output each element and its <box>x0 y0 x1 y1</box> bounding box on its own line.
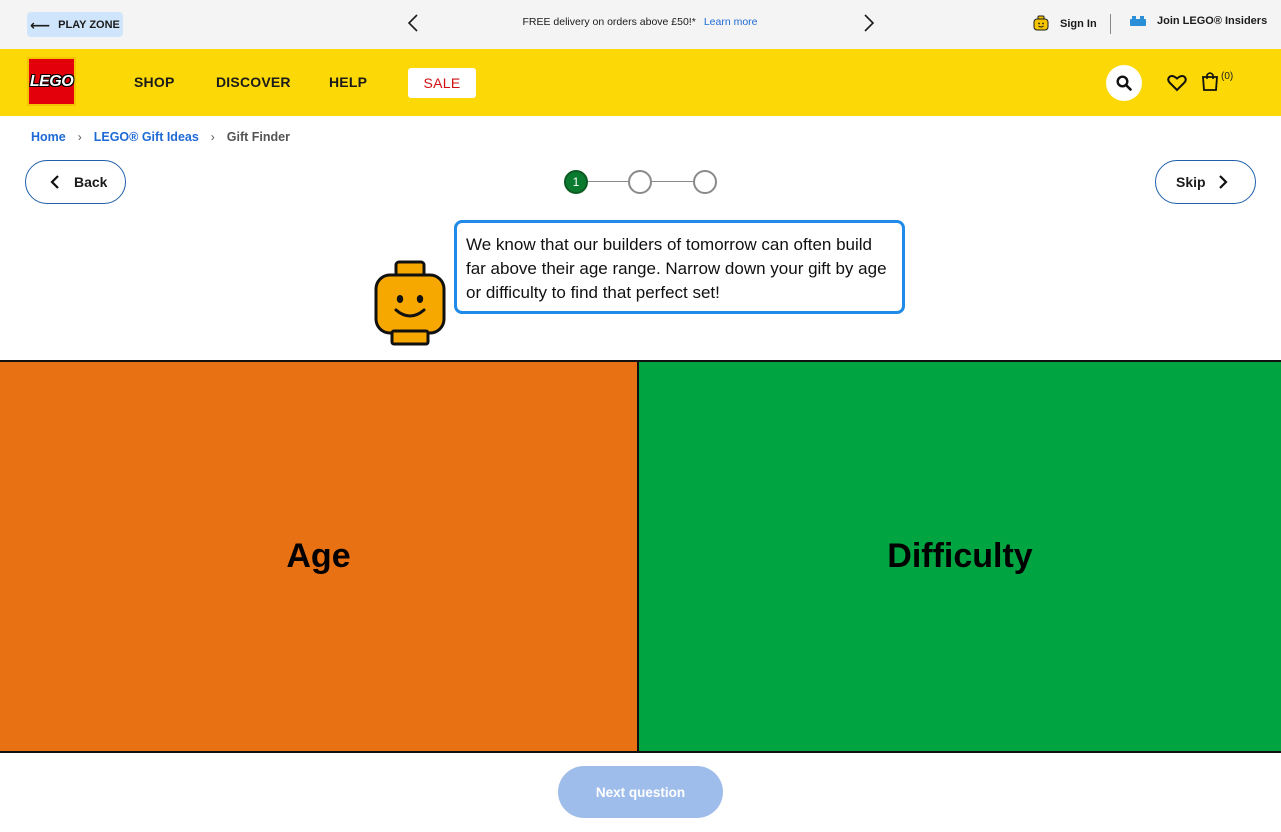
insiders-label: Join LEGO® Insiders <box>1157 15 1268 27</box>
chevron-right-icon: › <box>77 130 82 144</box>
join-insiders-link[interactable]: Join LEGO® Insiders <box>1129 15 1267 27</box>
chevron-right-icon: › <box>210 130 215 144</box>
bag-count: (0) <box>1221 71 1234 82</box>
difficulty-label: Difficulty <box>887 537 1033 575</box>
age-label: Age <box>286 537 351 575</box>
wishlist-button[interactable] <box>1166 72 1188 94</box>
shopping-bag-icon <box>1202 72 1218 91</box>
nav-discover[interactable]: DISCOVER <box>216 74 291 90</box>
speech-bubble: We know that our builders of tomorrow ca… <box>454 220 905 314</box>
next-question-button[interactable]: Next question <box>558 766 723 818</box>
speech-text: We know that our builders of tomorrow ca… <box>466 235 887 302</box>
chevron-right-icon <box>1218 175 1228 189</box>
lego-logo[interactable]: LEGO <box>27 57 76 106</box>
nav-help[interactable]: HELP <box>329 74 367 90</box>
progress-stepper: 1 <box>564 170 719 194</box>
sign-in-label: Sign In <box>1060 18 1097 30</box>
breadcrumb-home[interactable]: Home <box>31 130 66 144</box>
difficulty-option[interactable]: Difficulty <box>639 362 1281 751</box>
chevron-left-icon <box>50 175 59 189</box>
skip-button[interactable]: Skip <box>1155 160 1256 204</box>
promo-prev-button[interactable] <box>403 10 423 36</box>
utility-bar: ⟵ PLAY ZONE FREE delivery on orders abov… <box>0 0 1281 49</box>
back-label: Back <box>74 174 108 190</box>
next-question-label: Next question <box>595 784 686 800</box>
chevron-left-icon <box>407 14 418 32</box>
chevron-right-icon <box>864 14 875 32</box>
promo-learn-more-link[interactable]: Learn more <box>704 16 758 28</box>
search-button[interactable] <box>1106 65 1142 101</box>
age-option[interactable]: Age <box>0 362 639 751</box>
breadcrumb-gift-ideas[interactable]: LEGO® Gift Ideas <box>94 130 199 144</box>
step-1: 1 <box>564 170 588 194</box>
minifig-head-icon <box>374 260 446 346</box>
stepper-connector <box>588 181 628 182</box>
choice-grid: Age Difficulty <box>0 360 1281 753</box>
utility-divider <box>1110 14 1111 34</box>
promo-text: FREE delivery on orders above £50!* <box>522 16 696 28</box>
play-zone-label: PLAY ZONE <box>58 18 120 31</box>
stepper-connector <box>652 181 693 182</box>
step-2 <box>628 170 652 194</box>
nav-sale-button[interactable]: SALE <box>408 68 476 98</box>
skip-label: Skip <box>1176 174 1206 190</box>
main-nav: LEGO SHOP DISCOVER HELP SALE (0) <box>0 49 1281 116</box>
lego-brick-icon <box>1130 16 1146 26</box>
heart-icon <box>1167 74 1187 92</box>
minifig-head-icon <box>1033 15 1049 31</box>
promo-banner: FREE delivery on orders above £50!* Learn… <box>440 16 840 28</box>
shopping-bag-button[interactable]: (0) <box>1201 71 1233 91</box>
step-3 <box>693 170 717 194</box>
play-zone-button[interactable]: ⟵ PLAY ZONE <box>27 12 123 37</box>
search-icon <box>1116 75 1132 91</box>
breadcrumb-current: Gift Finder <box>226 130 290 144</box>
promo-next-button[interactable] <box>859 10 879 36</box>
logo-text: LEGO <box>29 72 74 90</box>
sign-in-link[interactable]: Sign In <box>1032 15 1097 33</box>
back-button[interactable]: Back <box>25 160 126 204</box>
breadcrumb: Home › LEGO® Gift Ideas › Gift Finder <box>31 130 290 144</box>
arrow-left-icon: ⟵ <box>30 16 51 33</box>
nav-shop[interactable]: SHOP <box>134 74 174 90</box>
